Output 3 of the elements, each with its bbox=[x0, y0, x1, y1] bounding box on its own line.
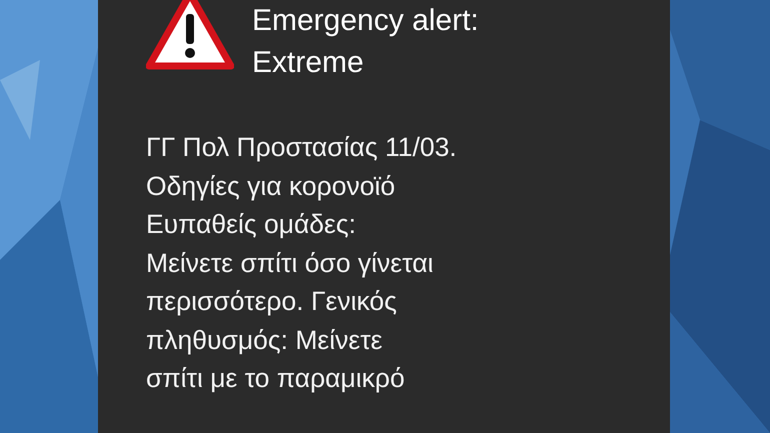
alert-message: ΓΓ Πολ Προστασίας 11/03. Οδηγίες για κορονοϊό Ευπαθείς ομάδες: Μείνετε σπίτι όσο γίνεται περισσότερο. Γενικός πληθυσμός: Μείνετε σπίτι με το παραμικρό bbox=[146, 131, 458, 395]
alert-title: Emergency alert: Extreme bbox=[252, 3, 480, 81]
warning-icon bbox=[146, 0, 234, 70]
